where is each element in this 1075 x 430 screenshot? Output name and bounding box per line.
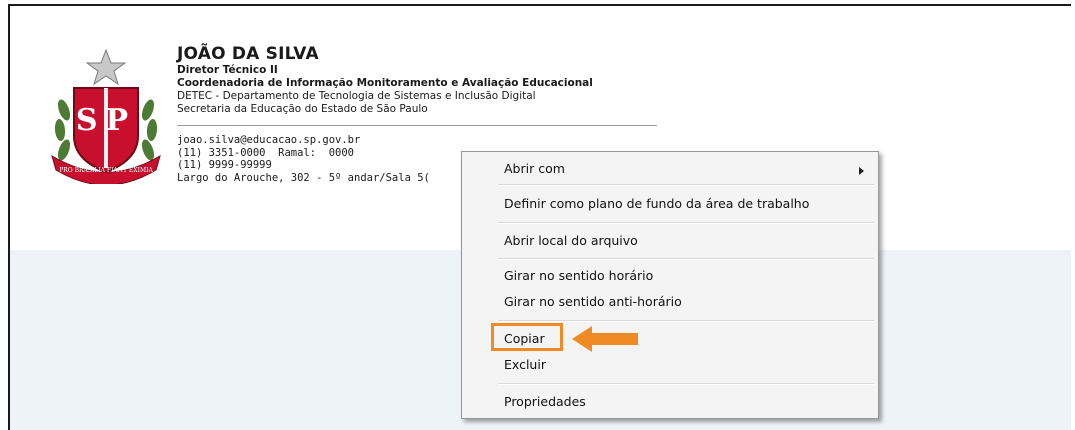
submenu-arrow-icon: [859, 167, 864, 175]
menu-separator: [498, 258, 874, 260]
signature-role: Diretor Técnico II: [177, 64, 278, 76]
menu-separator: [498, 184, 874, 186]
orange-arrow-left-icon: [572, 326, 638, 352]
emblem-ribbon-text: PRO BRASILIA FIANT EXIMIA: [59, 167, 153, 174]
menu-item-open-location[interactable]: Abrir local do arquivo: [504, 230, 638, 252]
menu-separator: [498, 320, 874, 322]
signature-division: DETEC - Departamento de Tecnologia de Si…: [177, 90, 536, 102]
signature-department: Coordenadoria de Informação Monitorament…: [177, 77, 593, 89]
signature-name: JOÃO DA SILVA: [177, 44, 319, 64]
menu-item-rotate-counterclockwise[interactable]: Girar no sentido anti-horário: [504, 291, 682, 313]
menu-item-open-with[interactable]: Abrir com: [504, 158, 878, 180]
signature-email[interactable]: joao.silva@educacao.sp.gov.br: [177, 134, 657, 147]
menu-item-delete[interactable]: Excluir: [504, 354, 546, 376]
context-menu: Abrir com Definir como plano de fundo da…: [461, 151, 879, 419]
menu-separator: [498, 383, 874, 385]
menu-item-rotate-clockwise[interactable]: Girar no sentido horário: [504, 265, 653, 287]
menu-item-properties[interactable]: Propriedades: [504, 391, 586, 413]
menu-item-label: Abrir com: [504, 161, 565, 176]
menu-item-set-wallpaper[interactable]: Definir como plano de fundo da área de t…: [504, 193, 809, 215]
copy-highlight-box: [491, 323, 563, 351]
sp-coat-of-arms-icon: SP PRO BRASILIA FIANT EXIMIA: [51, 48, 161, 184]
emblem-letters: SP: [76, 103, 136, 138]
menu-separator: [498, 222, 874, 224]
signature-divider: [177, 125, 657, 126]
signature-secretariat: Secretaria da Educação do Estado de São …: [177, 103, 428, 115]
